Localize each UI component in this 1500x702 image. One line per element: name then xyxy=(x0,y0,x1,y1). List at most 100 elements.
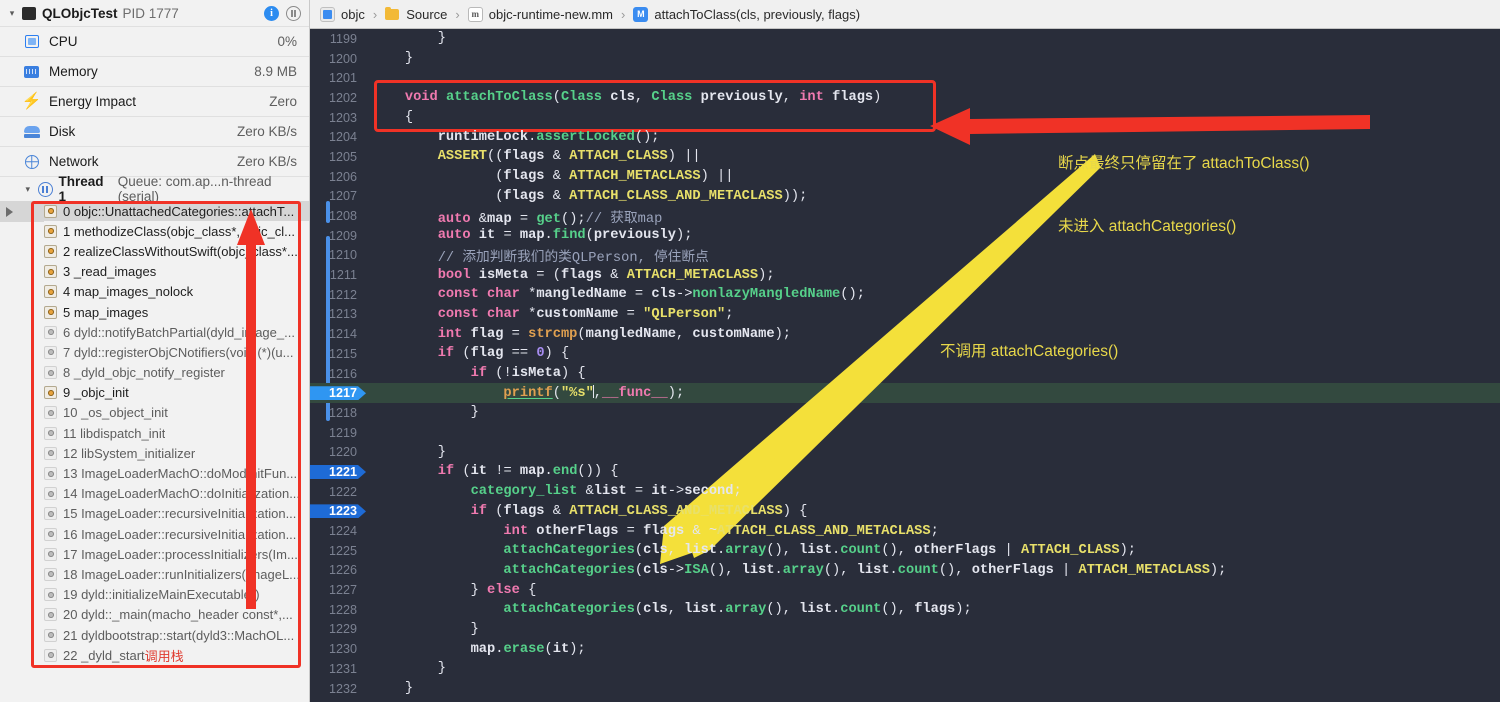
line-number[interactable]: 1211 xyxy=(310,268,366,282)
breadcrumb-item[interactable]: objc xyxy=(320,6,365,22)
stack-frame-row[interactable]: 19 dyld::initializeMainExecutable() xyxy=(0,585,309,605)
stack-frame-row[interactable]: 3 _read_images xyxy=(0,262,309,282)
code-line[interactable]: 1222 category_list &list = it->second; xyxy=(310,482,1500,502)
code-line[interactable]: 1225 attachCategories(cls, list.array(),… xyxy=(310,541,1500,561)
stack-frame-row[interactable]: 21 dyldbootstrap::start(dyld3::MachOL... xyxy=(0,625,309,645)
code-line[interactable]: 1214 int flag = strcmp(mangledName, cust… xyxy=(310,324,1500,344)
code-line[interactable]: 1205 ASSERT((flags & ATTACH_CLASS) || xyxy=(310,147,1500,167)
line-number[interactable]: 1206 xyxy=(310,170,366,184)
stack-frame-row[interactable]: 13 ImageLoaderMachO::doModInitFun... xyxy=(0,463,309,483)
code-line[interactable]: 1224 int otherFlags = flags & ~ATTACH_CL… xyxy=(310,521,1500,541)
stack-frame-row[interactable]: 22 _dyld_start 调用栈 xyxy=(0,645,309,665)
code-line[interactable]: 1208 auto &map = get();// 获取map xyxy=(310,206,1500,227)
line-number[interactable]: 1224 xyxy=(310,524,366,538)
code-line[interactable]: 1229 } xyxy=(310,620,1500,640)
stack-frame-row[interactable]: 7 dyld::registerObjCNotifiers(void (*)(u… xyxy=(0,342,309,362)
code-line[interactable]: 1233 xyxy=(310,698,1500,702)
stack-frame-row[interactable]: 20 dyld::_main(macho_header const*,... xyxy=(0,605,309,625)
stack-frame-row[interactable]: 6 dyld::notifyBatchPartial(dyld_image_..… xyxy=(0,322,309,342)
line-number[interactable]: 1200 xyxy=(310,52,366,66)
stack-frame-row[interactable]: 5 map_images xyxy=(0,302,309,322)
code-line[interactable]: 1203 { xyxy=(310,108,1500,128)
code-area[interactable]: 1199 } 1200 } 1201 1202 void attachToClass(… xyxy=(310,29,1500,702)
line-number[interactable]: 1221 xyxy=(310,465,366,479)
line-number[interactable]: 1199 xyxy=(310,32,366,46)
pause-icon[interactable] xyxy=(286,5,301,21)
stack-frame-row[interactable]: 11 libdispatch_init xyxy=(0,423,309,443)
code-line[interactable]: 1207 (flags & ATTACH_CLASS_AND_METACLASS… xyxy=(310,187,1500,207)
stack-frame-row[interactable]: 15 ImageLoader::recursiveInitialization.… xyxy=(0,504,309,524)
line-number[interactable]: 1209 xyxy=(310,229,366,243)
stack-frame-row[interactable]: 18 ImageLoader::runInitializers(ImageL..… xyxy=(0,564,309,584)
code-line-with-breakpoint[interactable]: 1217 printf("%s",__func__); xyxy=(310,383,1500,404)
code-line[interactable]: 1231 } xyxy=(310,659,1500,679)
line-number[interactable]: 1210 xyxy=(310,248,366,262)
line-number[interactable]: 1201 xyxy=(310,71,366,85)
process-header-row[interactable]: ▾ QLObjcTest PID 1777 i xyxy=(0,0,309,26)
stack-frame-row[interactable]: 0 objc::UnattachedCategories::attachT... xyxy=(0,201,309,222)
code-line[interactable]: 1206 (flags & ATTACH_METACLASS) || xyxy=(310,167,1500,187)
code-line[interactable]: 1228 attachCategories(cls, list.array(),… xyxy=(310,600,1500,620)
code-line[interactable]: 1210 // 添加判断我们的类QLPerson, 停住断点 xyxy=(310,246,1500,266)
code-line-with-breakpoint[interactable]: 1223 if (flags & ATTACH_CLASS_AND_METACL… xyxy=(310,502,1500,522)
code-line[interactable]: 1215 if (flag == 0) { xyxy=(310,344,1500,364)
code-line[interactable]: 1202 void attachToClass(Class cls, Class… xyxy=(310,88,1500,108)
code-line[interactable]: 1226 attachCategories(cls->ISA(), list.a… xyxy=(310,561,1500,581)
line-number[interactable]: 1232 xyxy=(310,682,366,696)
line-number[interactable]: 1205 xyxy=(310,150,366,164)
line-number[interactable]: 1208 xyxy=(310,209,366,223)
line-number[interactable]: 1225 xyxy=(310,544,366,558)
line-number[interactable]: 1220 xyxy=(310,445,366,459)
line-number[interactable]: 1219 xyxy=(310,426,366,440)
gauge-row-network[interactable]: Network Zero KB/s xyxy=(0,146,309,176)
line-number[interactable]: 1207 xyxy=(310,189,366,203)
stack-frame-row[interactable]: 10 _os_object_init xyxy=(0,403,309,423)
gauge-row-energy-impact[interactable]: ⚡ Energy Impact Zero xyxy=(0,86,309,116)
code-line[interactable]: 1227 } else { xyxy=(310,580,1500,600)
code-line[interactable]: 1211 bool isMeta = (flags & ATTACH_METAC… xyxy=(310,265,1500,285)
stack-frame-row[interactable]: 16 ImageLoader::recursiveInitialization.… xyxy=(0,524,309,544)
line-number[interactable]: 1203 xyxy=(310,111,366,125)
code-line[interactable]: 1213 const char *customName = "QLPerson"… xyxy=(310,305,1500,325)
code-line[interactable]: 1201 xyxy=(310,68,1500,88)
line-number[interactable]: 1212 xyxy=(310,288,366,302)
code-line[interactable]: 1230 map.erase(it); xyxy=(310,639,1500,659)
line-number[interactable]: 1230 xyxy=(310,642,366,656)
code-line[interactable]: 1204 runtimeLock.assertLocked(); xyxy=(310,127,1500,147)
breadcrumb-item[interactable]: MattachToClass(cls, previously, flags) xyxy=(633,6,860,22)
code-line[interactable]: 1216 if (!isMeta) { xyxy=(310,364,1500,384)
code-line[interactable]: 1212 const char *mangledName = cls->nonl… xyxy=(310,285,1500,305)
line-number[interactable]: 1217 xyxy=(310,386,366,400)
line-number[interactable]: 1204 xyxy=(310,130,366,144)
stack-frame-row[interactable]: 12 libSystem_initializer xyxy=(0,443,309,463)
code-line[interactable]: 1218 } xyxy=(310,403,1500,423)
stack-frame-row[interactable]: 17 ImageLoader::processInitializers(Im..… xyxy=(0,544,309,564)
code-line[interactable]: 1232 } xyxy=(310,679,1500,699)
code-line-with-breakpoint[interactable]: 1221 if (it != map.end()) { xyxy=(310,462,1500,482)
gauge-row-memory[interactable]: Memory 8.9 MB xyxy=(0,56,309,86)
code-line[interactable]: 1200 } xyxy=(310,49,1500,69)
line-number[interactable]: 1214 xyxy=(310,327,366,341)
thread-disclosure-icon[interactable]: ▾ xyxy=(22,184,34,195)
line-number[interactable]: 1213 xyxy=(310,307,366,321)
gauge-row-disk[interactable]: Disk Zero KB/s xyxy=(0,116,309,146)
line-number[interactable]: 1215 xyxy=(310,347,366,361)
gauge-row-cpu[interactable]: CPU 0% xyxy=(0,26,309,56)
code-line[interactable]: 1219 xyxy=(310,423,1500,443)
stack-frame-row[interactable]: 9 _objc_init xyxy=(0,383,309,403)
code-line[interactable]: 1220 } xyxy=(310,442,1500,462)
line-number[interactable]: 1228 xyxy=(310,603,366,617)
line-number[interactable]: 1223 xyxy=(310,504,366,518)
disclosure-triangle-icon[interactable]: ▾ xyxy=(6,8,18,19)
stack-frame-row[interactable]: 8 _dyld_objc_notify_register xyxy=(0,363,309,383)
line-number[interactable]: 1218 xyxy=(310,406,366,420)
stack-frame-row[interactable]: 1 methodizeClass(objc_class*, objc_cl... xyxy=(0,221,309,241)
code-lines[interactable]: 1199 } 1200 } 1201 1202 void attachToClass(… xyxy=(310,29,1500,702)
line-number[interactable]: 1229 xyxy=(310,622,366,636)
line-number[interactable]: 1202 xyxy=(310,91,366,105)
stack-frame-row[interactable]: 2 realizeClassWithoutSwift(objc_class*..… xyxy=(0,241,309,261)
line-number[interactable]: 1231 xyxy=(310,662,366,676)
stack-frame-row[interactable]: 4 map_images_nolock xyxy=(0,282,309,302)
line-number[interactable]: 1227 xyxy=(310,583,366,597)
line-number[interactable]: 1222 xyxy=(310,485,366,499)
